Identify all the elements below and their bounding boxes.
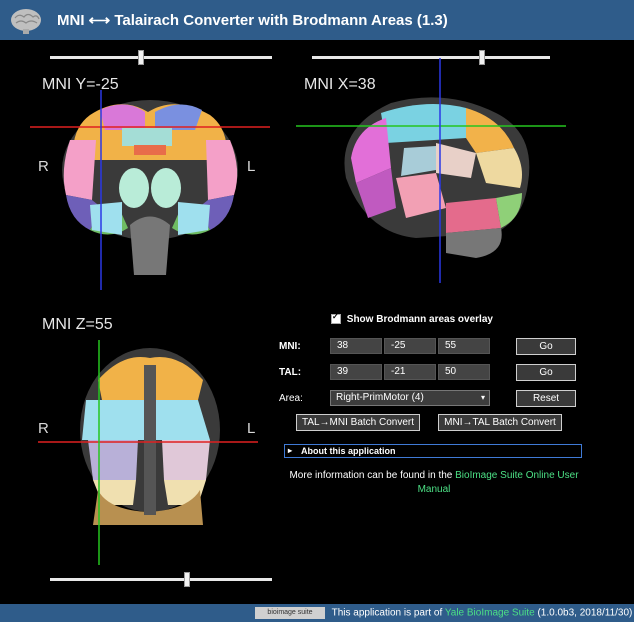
tal-x-field[interactable]: 39 <box>330 364 382 380</box>
tal-label: TAL: <box>279 367 302 378</box>
info-prefix: More information can be found in the <box>289 470 456 481</box>
area-select-value: Right-PrimMotor (4) <box>336 392 424 403</box>
axial-brain-view[interactable] <box>38 340 258 565</box>
about-label: About this application <box>301 446 396 456</box>
sagittal-brain-view[interactable] <box>296 58 566 283</box>
coronal-brain-view[interactable] <box>30 90 270 290</box>
app-title: MNI ⟷ Talairach Converter with Brodmann … <box>57 12 448 29</box>
mni-x-field[interactable]: 38 <box>330 338 382 354</box>
footer-text: This application is part of <box>331 607 445 619</box>
mni-z-field[interactable]: 55 <box>438 338 490 354</box>
check-icon: ✓ <box>332 312 339 322</box>
overlay-label: Show Brodmann areas overlay <box>346 314 493 325</box>
overlay-checkbox-row[interactable]: ✓ Show Brodmann areas overlay <box>331 312 493 325</box>
bioimage-suite-badge[interactable]: bioimage suite <box>255 607 325 619</box>
axial-slider-thumb[interactable] <box>184 572 190 587</box>
mni-label: MNI: <box>279 341 301 352</box>
coronal-slider-track[interactable] <box>50 56 272 59</box>
tal-y-field[interactable]: -21 <box>384 364 436 380</box>
footer-version: (1.0.0b3, 2018/11/30) <box>534 607 633 619</box>
mni-tal-batch-button[interactable]: MNI→TAL Batch Convert <box>438 414 562 431</box>
about-application-toggle[interactable]: ▸ About this application <box>284 444 582 458</box>
yale-bioimage-suite-link[interactable]: Yale BioImage Suite <box>445 608 535 619</box>
area-select[interactable]: Right-PrimMotor (4) ▾ <box>330 390 490 406</box>
coronal-slider-thumb[interactable] <box>138 50 144 65</box>
tal-z-field[interactable]: 50 <box>438 364 490 380</box>
axial-slider-track[interactable] <box>50 578 272 581</box>
tal-mni-batch-button[interactable]: TAL→MNI Batch Convert <box>296 414 420 431</box>
footer-bar: bioimage suite This application is part … <box>0 604 634 622</box>
info-text: More information can be found in the Bio… <box>286 469 582 497</box>
dropdown-arrow-icon: ▾ <box>480 393 485 402</box>
expand-triangle-icon: ▸ <box>288 446 293 455</box>
mni-go-button[interactable]: Go <box>516 338 576 355</box>
axial-view-label: MNI Z=55 <box>42 316 113 333</box>
tal-go-button[interactable]: Go <box>516 364 576 381</box>
title-bar: MNI ⟷ Talairach Converter with Brodmann … <box>0 0 634 40</box>
reset-button[interactable]: Reset <box>516 390 576 407</box>
brain-logo-icon <box>11 9 41 34</box>
overlay-checkbox[interactable]: ✓ <box>331 312 341 325</box>
area-label: Area: <box>279 393 303 404</box>
mni-y-field[interactable]: -25 <box>384 338 436 354</box>
footer-content: bioimage suite This application is part … <box>255 607 632 619</box>
